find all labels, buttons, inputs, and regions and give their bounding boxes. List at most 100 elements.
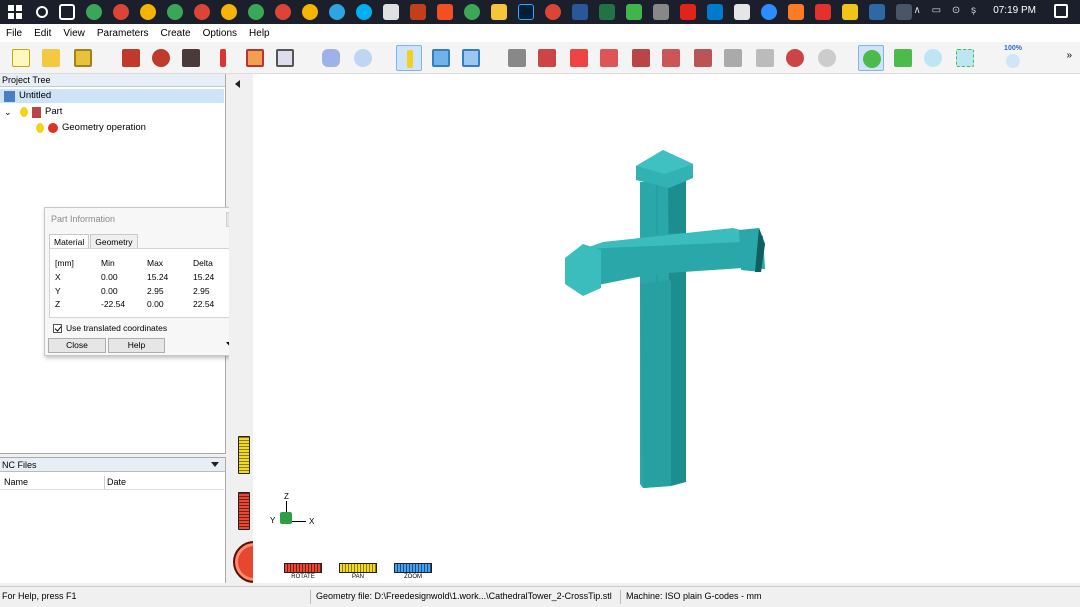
close-button[interactable]: Close: [48, 338, 106, 353]
photoshop-icon[interactable]: [518, 4, 534, 20]
mail-icon[interactable]: [410, 4, 426, 20]
export-button[interactable]: [272, 45, 298, 71]
dropdown-arrow-icon[interactable]: [211, 462, 219, 467]
chrome-icon[interactable]: [545, 4, 561, 20]
menu-parameters[interactable]: Parameters: [91, 28, 155, 39]
rotate-vertical-slider[interactable]: [238, 492, 250, 530]
menu-file[interactable]: File: [0, 28, 28, 39]
pan-button[interactable]: [890, 45, 916, 71]
zoom-icon[interactable]: [761, 4, 777, 20]
windows-start-icon[interactable]: [8, 5, 22, 19]
gallery-icon[interactable]: [653, 4, 669, 20]
tree-item-untitled[interactable]: Untitled: [0, 89, 224, 103]
3d-viewport[interactable]: Z Y X: [253, 74, 1080, 558]
chrome-icon[interactable]: [464, 4, 480, 20]
file-explorer-icon[interactable]: [491, 4, 507, 20]
camtasia-icon[interactable]: [626, 4, 642, 20]
store-icon[interactable]: [383, 4, 399, 20]
cross-model[interactable]: [253, 74, 1080, 558]
lightbulb-icon[interactable]: [36, 123, 44, 133]
task-view-icon[interactable]: [59, 4, 75, 20]
column-name[interactable]: Name: [4, 477, 28, 487]
system-tray[interactable]: ∧ ▭ ⊙ ș: [914, 5, 980, 16]
store-icon[interactable]: [437, 4, 453, 20]
view-iso-button[interactable]: [534, 45, 560, 71]
search-icon[interactable]: [36, 6, 48, 18]
toolpath-button[interactable]: [210, 45, 236, 71]
collapse-panel-icon[interactable]: [235, 80, 240, 88]
import-geometry-button[interactable]: [118, 45, 144, 71]
chevron-down-icon[interactable]: ⌄: [4, 105, 14, 119]
open-file-button[interactable]: [38, 45, 64, 71]
view-back-button[interactable]: [628, 45, 654, 71]
save-button[interactable]: [70, 45, 96, 71]
acrobat-icon[interactable]: [680, 4, 696, 20]
toolbar-overflow-button[interactable]: »: [1066, 50, 1072, 61]
view-left-button[interactable]: [658, 45, 684, 71]
setup-tool-button[interactable]: [148, 45, 174, 71]
new-file-button[interactable]: [8, 45, 34, 71]
rotate-button[interactable]: [858, 45, 884, 71]
view-top-button[interactable]: [566, 45, 592, 71]
view-previous-button[interactable]: [782, 45, 808, 71]
zoom-window-button[interactable]: [952, 45, 978, 71]
notification-icon[interactable]: [1054, 4, 1068, 18]
model-viewer-button[interactable]: [178, 45, 204, 71]
translated-coordinates-checkbox[interactable]: Use translated coordinates: [53, 323, 167, 333]
chrome-icon[interactable]: [113, 4, 129, 20]
menu-options[interactable]: Options: [197, 28, 243, 39]
chrome-icon[interactable]: [302, 4, 318, 20]
settings-icon[interactable]: [842, 4, 858, 20]
part-info-button[interactable]: [396, 45, 422, 71]
help-button[interactable]: Help: [108, 338, 165, 353]
chrome-icon[interactable]: [275, 4, 291, 20]
network-icon[interactable]: [896, 4, 912, 20]
chrome-icon[interactable]: [248, 4, 264, 20]
chrome-icon[interactable]: [86, 4, 102, 20]
chrome-icon[interactable]: [194, 4, 210, 20]
skype-icon[interactable]: [356, 4, 372, 20]
checkbox-checked-icon[interactable]: [53, 323, 62, 333]
excel-icon[interactable]: [599, 4, 615, 20]
tree-item-geometry-operation[interactable]: Geometry operation: [36, 121, 146, 135]
view-wire-button[interactable]: [752, 45, 778, 71]
tree-item-part[interactable]: ⌄ Part: [4, 105, 62, 119]
tab-material[interactable]: Material: [49, 234, 90, 249]
column-date[interactable]: Date: [107, 477, 126, 487]
view-right-button[interactable]: [690, 45, 716, 71]
lightbulb-icon[interactable]: [20, 107, 28, 117]
d-operation-button[interactable]: [242, 45, 268, 71]
menu-view[interactable]: View: [57, 28, 91, 39]
shade-button[interactable]: [318, 45, 344, 71]
chrome-icon[interactable]: [140, 4, 156, 20]
vscode-icon[interactable]: [707, 4, 723, 20]
tab-geometry[interactable]: Geometry: [90, 234, 138, 249]
word-icon[interactable]: [572, 4, 588, 20]
camera-view-button[interactable]: [504, 45, 530, 71]
view-front-button[interactable]: [596, 45, 622, 71]
mail-icon[interactable]: [734, 4, 750, 20]
inspect-button[interactable]: [350, 45, 376, 71]
zoom-slider[interactable]: [394, 563, 432, 573]
zoom-100-button[interactable]: 100%: [1000, 45, 1026, 71]
view-bottom-button[interactable]: [720, 45, 746, 71]
chrome-icon[interactable]: [167, 4, 183, 20]
sketchup-icon[interactable]: [815, 4, 831, 20]
menu-edit[interactable]: Edit: [28, 28, 57, 39]
pan-slider[interactable]: [339, 563, 377, 573]
xampp-icon[interactable]: [788, 4, 804, 20]
layout-button[interactable]: [428, 45, 454, 71]
window-button[interactable]: [458, 45, 484, 71]
clock[interactable]: 07:19 PM: [993, 5, 1036, 16]
nc-files-header[interactable]: NC Files: [0, 458, 225, 472]
rotate-slider[interactable]: [284, 563, 322, 573]
chrome-icon[interactable]: [221, 4, 237, 20]
column-divider[interactable]: [104, 476, 105, 489]
view-next-button[interactable]: [814, 45, 840, 71]
pan-vertical-slider[interactable]: [238, 436, 250, 474]
menu-create[interactable]: Create: [155, 28, 197, 39]
sheets-icon[interactable]: [869, 4, 885, 20]
zoom-button[interactable]: [920, 45, 946, 71]
telegram-icon[interactable]: [329, 4, 345, 20]
menu-help[interactable]: Help: [243, 28, 276, 39]
